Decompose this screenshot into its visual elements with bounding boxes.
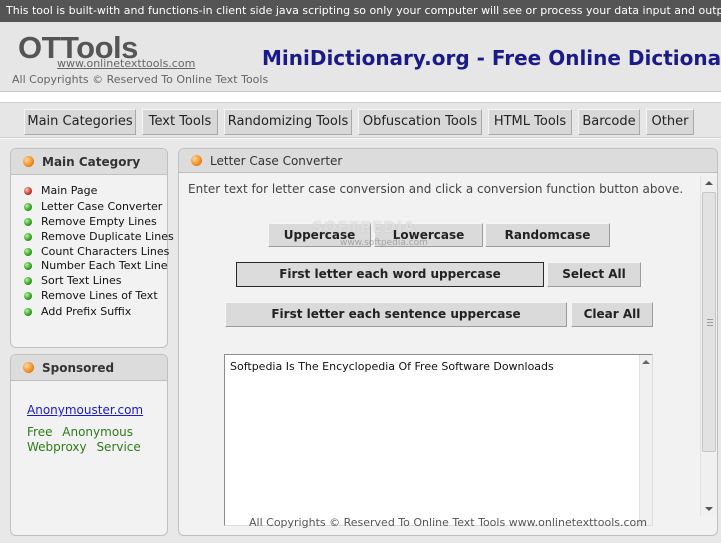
sidebar-item-label: Remove Empty Lines — [41, 215, 157, 228]
nav-other[interactable]: Other — [646, 109, 694, 135]
sidebar-sponsored: Sponsored Anonymouster.com Free Anonymou… — [10, 354, 168, 536]
sidebar-item-label: Add Prefix Suffix — [41, 305, 132, 318]
orange-dot-icon — [23, 156, 34, 167]
header-divider — [0, 92, 721, 102]
scroll-up-icon[interactable] — [642, 360, 650, 364]
green-bullet-icon — [24, 292, 32, 300]
nav-text-tools[interactable]: Text Tools — [142, 109, 218, 135]
sidebar-title: Main Category — [42, 155, 141, 169]
main-panel-header: Letter Case Converter — [179, 149, 717, 173]
randomcase-button[interactable]: Randomcase — [485, 223, 610, 247]
sponsored-header: Sponsored — [11, 355, 167, 381]
lowercase-button[interactable]: Lowercase — [374, 223, 483, 247]
scroll-down-icon[interactable] — [705, 507, 713, 511]
sidebar-item-label: Remove Lines of Text — [41, 289, 158, 302]
green-bullet-icon — [24, 218, 32, 226]
first-letter-sentence-button[interactable]: First letter each sentence uppercase — [225, 302, 567, 327]
green-bullet-icon — [24, 248, 32, 256]
scroll-up-icon[interactable] — [705, 181, 713, 185]
red-bullet-icon — [24, 187, 32, 195]
orange-dot-icon — [23, 362, 34, 373]
uppercase-button[interactable]: Uppercase — [268, 223, 371, 247]
clear-all-button[interactable]: Clear All — [571, 302, 653, 327]
nav-randomizing-tools[interactable]: Randomizing Tools — [224, 109, 352, 135]
sponsor-description: Free Anonymous Webproxy Service — [27, 425, 141, 454]
sidebar-item-label: Main Page — [41, 184, 98, 197]
green-bullet-icon — [24, 203, 32, 211]
main-panel: Letter Case Converter Enter text for let… — [178, 148, 718, 536]
site-title: MiniDictionary.org - Free Online Diction… — [262, 46, 721, 70]
header-copyright: All Copyrights © Reserved To Online Text… — [12, 73, 269, 86]
sponsor-link[interactable]: Anonymouster.com — [27, 403, 143, 417]
logo-url-link[interactable]: www.onlinetexttools.com — [57, 57, 195, 70]
scrollbar-thumb[interactable] — [702, 192, 716, 452]
text-input-value: Softpedia Is The Encyclopedia Of Free So… — [230, 360, 554, 373]
text-input-area[interactable]: Softpedia Is The Encyclopedia Of Free So… — [224, 354, 653, 526]
sidebar-item-label: Count Characters Lines — [41, 245, 170, 258]
grip-line — [707, 325, 713, 326]
textarea-scrollbar[interactable] — [639, 355, 652, 525]
main-nav: Main Categories Text Tools Randomizing T… — [0, 102, 721, 138]
orange-dot-icon — [191, 155, 202, 166]
grip-line — [707, 322, 713, 323]
instruction-text: Enter text for letter case conversion an… — [188, 182, 684, 196]
nav-obfuscation-tools[interactable]: Obfuscation Tools — [358, 109, 482, 135]
nav-main-categories[interactable]: Main Categories — [24, 109, 136, 135]
sponsored-title: Sponsored — [42, 361, 115, 375]
info-banner: This tool is built-with and functions-in… — [0, 0, 721, 22]
site-header: OTTools www.onlinetexttools.com All Copy… — [0, 22, 721, 92]
page-scrollbar[interactable] — [700, 176, 717, 516]
sidebar-header: Main Category — [11, 149, 167, 175]
sidebar-item-label: Remove Duplicate Lines — [41, 230, 174, 243]
green-bullet-icon — [24, 308, 32, 316]
grip-line — [707, 319, 713, 320]
nav-barcode[interactable]: Barcode — [578, 109, 640, 135]
sidebar-item-label: Sort Text Lines — [41, 274, 122, 287]
main-panel-title: Letter Case Converter — [210, 154, 343, 168]
select-all-button[interactable]: Select All — [547, 262, 641, 287]
green-bullet-icon — [24, 233, 32, 241]
sidebar-item-label: Letter Case Converter — [41, 200, 163, 213]
green-bullet-icon — [24, 262, 32, 270]
sidebar-item-label: Number Each Text Line — [41, 259, 168, 272]
green-bullet-icon — [24, 277, 32, 285]
sidebar-main-category: Main Category Main Page Letter Case Conv… — [10, 148, 174, 348]
nav-html-tools[interactable]: HTML Tools — [488, 109, 572, 135]
first-letter-word-button[interactable]: First letter each word uppercase — [236, 262, 544, 287]
main-footer: All Copyrights © Reserved To Online Text… — [249, 516, 647, 529]
